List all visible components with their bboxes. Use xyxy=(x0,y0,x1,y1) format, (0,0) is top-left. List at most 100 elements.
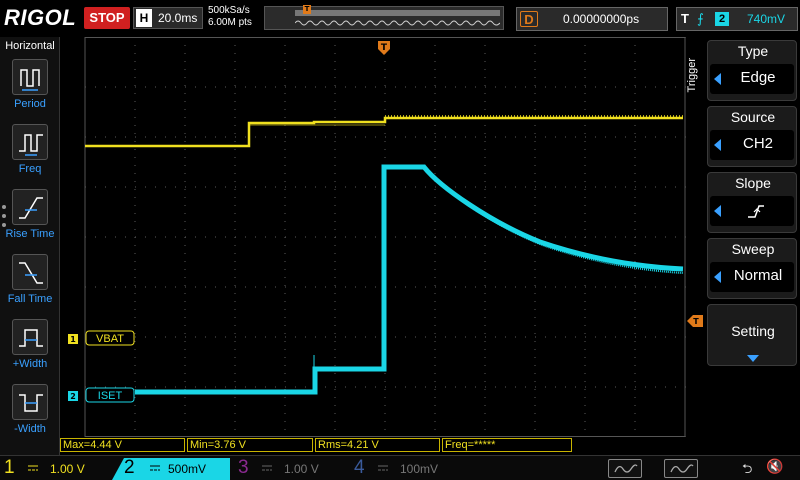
grid-dot xyxy=(245,136,246,138)
grid-dot xyxy=(484,365,486,366)
grid-dot xyxy=(184,149,186,150)
grid-dot xyxy=(415,286,416,288)
grid-dot xyxy=(184,341,186,342)
grid-dot xyxy=(584,293,586,294)
grid-dot xyxy=(334,221,336,222)
grid-dot xyxy=(425,336,426,338)
grid-dot xyxy=(334,373,336,374)
grid-dot xyxy=(345,236,346,238)
grid-dot xyxy=(434,93,436,94)
measure-freq[interactable]: Freq=***** xyxy=(442,438,572,452)
grid-dot xyxy=(334,309,336,310)
channel-2-indicator[interactable]: 2 500mV xyxy=(112,458,230,480)
measure-rise-time-button[interactable]: Rise Time xyxy=(0,187,60,249)
grid-dot xyxy=(515,86,516,88)
trigger-type-softkey[interactable]: Type Edge xyxy=(707,40,797,101)
grid-dot xyxy=(534,317,536,318)
grid-dot xyxy=(234,325,236,326)
grid-dot xyxy=(515,236,516,238)
trigger-sweep-softkey[interactable]: Sweep Normal xyxy=(707,238,797,299)
grid-dot xyxy=(484,173,486,174)
grid-dot xyxy=(275,336,276,338)
grid-dot xyxy=(334,205,336,206)
grid-dot xyxy=(334,173,336,174)
grid-dot xyxy=(634,293,636,294)
grid-dot xyxy=(325,236,326,238)
grid-dot xyxy=(384,421,386,422)
trigger-setting-softkey[interactable]: Setting xyxy=(707,304,797,366)
grid-dot xyxy=(134,157,136,158)
grid-dot xyxy=(215,236,216,238)
math-channel-button[interactable] xyxy=(608,459,642,478)
grid-dot xyxy=(534,381,536,382)
trigger-source-softkey[interactable]: Source CH2 xyxy=(707,106,797,167)
grid-dot xyxy=(634,397,636,398)
channel-4-indicator[interactable]: 4 100mV xyxy=(350,457,460,480)
grid-dot xyxy=(234,77,236,78)
grid-dot xyxy=(665,136,666,138)
grid-dot xyxy=(315,286,316,288)
measure-neg-width-button[interactable]: -Width xyxy=(0,382,60,444)
grid-dot xyxy=(434,365,436,366)
grid-dot xyxy=(125,136,126,138)
measure-min[interactable]: Min=3.76 V xyxy=(187,438,313,452)
timebase-box[interactable]: H 20.0ms xyxy=(133,7,203,29)
grid-dot xyxy=(95,186,96,188)
horizontal-menu-title: Horizontal xyxy=(5,40,55,52)
measure-pos-width-button[interactable]: +Width xyxy=(0,317,60,379)
grid-dot xyxy=(425,136,426,138)
grid-dot xyxy=(284,173,286,174)
grid-dot xyxy=(334,117,336,118)
neg-width-label: -Width xyxy=(14,423,46,435)
measure-fall-time-button[interactable]: Fall Time xyxy=(0,252,60,314)
speaker-muted-icon[interactable]: 🔇 xyxy=(766,458,783,475)
grid-dot xyxy=(284,133,286,134)
grid-dot xyxy=(534,197,536,198)
grid-dot xyxy=(375,86,376,88)
grid-dot xyxy=(275,136,276,138)
measure-max[interactable]: Max=4.44 V xyxy=(60,438,185,452)
grid-dot xyxy=(115,386,116,388)
pos-width-icon xyxy=(12,319,48,355)
channel-3-indicator[interactable]: 3 1.00 V xyxy=(234,457,344,480)
grid-dot xyxy=(155,186,156,188)
grid-dot xyxy=(234,101,236,102)
grid-dot xyxy=(415,86,416,88)
grid-dot xyxy=(455,186,456,188)
trigger-status-box[interactable]: T ⨍ 2 740mV xyxy=(676,7,798,31)
grid-dot xyxy=(534,61,536,62)
grid-dot xyxy=(215,136,216,138)
channel-2-scale: 500mV xyxy=(168,462,207,476)
grid-dot xyxy=(205,186,206,188)
grid-dot xyxy=(184,429,186,430)
measure-period-button[interactable]: Period xyxy=(0,57,60,119)
grid-dot xyxy=(255,336,256,338)
trigger-slope-softkey[interactable]: Slope xyxy=(707,172,797,233)
grid-dot xyxy=(334,157,336,158)
delay-box[interactable]: D 0.00000000ps xyxy=(516,7,668,31)
channel-1-indicator[interactable]: 1 1.00 V xyxy=(0,457,110,480)
grid-dot xyxy=(384,413,386,414)
grid-dot xyxy=(525,336,526,338)
grid-dot xyxy=(234,221,236,222)
sample-rate: 500kSa/s xyxy=(208,5,250,16)
run-stop-status[interactable]: STOP xyxy=(84,7,130,29)
grid-dot xyxy=(634,109,636,110)
grid-dot xyxy=(484,77,486,78)
ref-channel-button[interactable] xyxy=(664,459,698,478)
grid-dot xyxy=(165,236,166,238)
measure-rms[interactable]: Rms=4.21 V xyxy=(315,438,440,452)
grid-dot xyxy=(184,421,186,422)
grid-dot xyxy=(334,253,336,254)
grid-dot xyxy=(484,197,486,198)
grid-dot xyxy=(505,336,506,338)
pos-width-label: +Width xyxy=(12,358,48,370)
grid-dot xyxy=(535,86,536,88)
waveform-display[interactable]: T T 1 VBAT 2 ISET xyxy=(60,37,703,437)
grid-dot xyxy=(334,141,336,142)
grid-dot xyxy=(134,277,136,278)
grid-dot xyxy=(134,381,136,382)
measure-freq-button[interactable]: Freq xyxy=(0,122,60,184)
grid-dot xyxy=(615,186,616,188)
grid-dot xyxy=(365,236,366,238)
